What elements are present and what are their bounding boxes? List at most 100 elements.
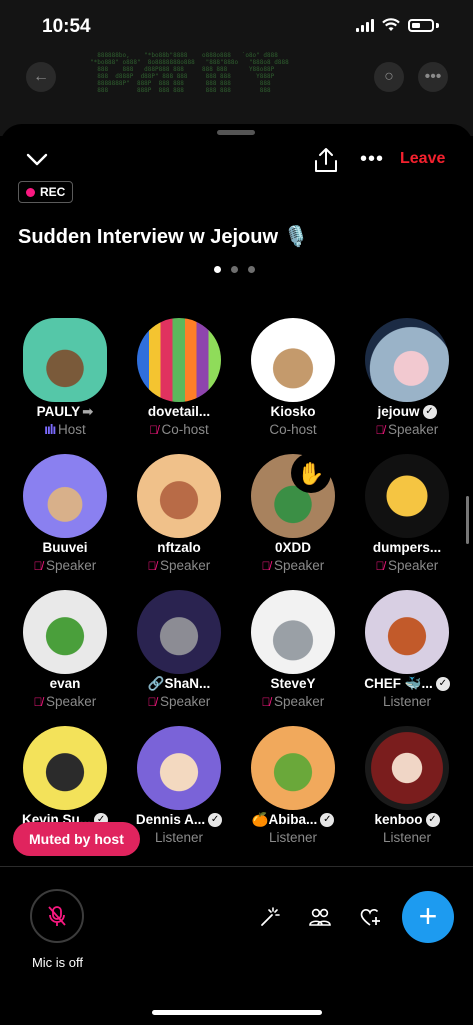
muted-mic-icon: 🎙̸ xyxy=(375,559,389,573)
participant-tile[interactable]: SteveY 🎙̸ Speaker xyxy=(236,590,350,726)
participant-role: Listener xyxy=(350,830,464,845)
muted-mic-icon: 🎙̸ xyxy=(33,695,47,709)
participant-role-text: Host xyxy=(58,422,86,437)
reaction-heart-icon[interactable] xyxy=(358,905,382,929)
status-time: 10:54 xyxy=(42,16,91,37)
participant-tile[interactable]: PAULY ➡ ıılı Host xyxy=(8,318,122,454)
participant-name: 🔗ShaN... xyxy=(122,676,236,692)
add-button[interactable]: + xyxy=(402,891,454,943)
home-indicator[interactable] xyxy=(152,1010,322,1015)
more-icon[interactable]: ••• xyxy=(360,149,384,169)
space-topbar: ••• Leave xyxy=(0,142,473,178)
participant-tile[interactable]: kenboo ✓ Listener xyxy=(350,726,464,862)
participant-name-text: Dennis A... xyxy=(135,812,206,827)
participant-name: CHEF 🐳... ✓ xyxy=(350,676,464,692)
name-prefix-emoji: 🍊 xyxy=(251,812,269,827)
avatar[interactable] xyxy=(365,726,449,810)
participant-name: Dennis A... ✓ xyxy=(122,812,236,828)
raised-hand-icon: ✋ xyxy=(291,453,331,493)
share-icon[interactable] xyxy=(312,146,340,174)
muted-mic-icon: 🎙̸ xyxy=(33,559,47,573)
muted-mic-icon: 🎙̸ xyxy=(149,423,162,437)
participant-role: 🎙̸ Speaker xyxy=(8,558,122,573)
avatar[interactable] xyxy=(23,454,107,538)
avatar[interactable] xyxy=(23,318,107,402)
participant-tile[interactable]: 🔗ShaN... 🎙̸ Speaker xyxy=(122,590,236,726)
avatar[interactable] xyxy=(251,590,335,674)
space-title: Sudden Interview w Jejouw 🎙️ xyxy=(18,224,309,249)
avatar[interactable] xyxy=(137,454,221,538)
muted-mic-icon: 🎙̸ xyxy=(261,695,275,709)
participant-role-text: Speaker xyxy=(160,558,211,573)
participant-role-text: Speaker xyxy=(160,694,211,709)
page-dot xyxy=(248,266,255,273)
participant-name-text: Buuvei xyxy=(42,540,88,555)
collapse-chevron-icon[interactable] xyxy=(24,146,50,172)
avatar[interactable] xyxy=(365,454,449,538)
status-bar: 10:54 xyxy=(0,0,473,56)
participant-tile[interactable]: dumpers... 🎙̸ Speaker xyxy=(350,454,464,590)
battery-cap xyxy=(436,22,439,28)
participant-name: 0XDD xyxy=(236,540,350,555)
participant-tile[interactable]: Kiosko Co-host xyxy=(236,318,350,454)
cellular-signal-icon xyxy=(356,18,374,32)
page-indicator xyxy=(214,266,255,273)
participant-name-text: SteveY xyxy=(270,676,316,691)
participant-role: 🎙̸ Speaker xyxy=(122,558,236,573)
avatar[interactable] xyxy=(137,318,221,402)
participant-role-text: Co-host xyxy=(161,422,209,437)
sheet-grabber[interactable] xyxy=(217,130,255,135)
avatar[interactable] xyxy=(137,590,221,674)
participant-role: Listener xyxy=(236,830,350,845)
search-icon[interactable]: ○ xyxy=(374,62,404,92)
avatar[interactable] xyxy=(137,726,221,810)
participant-name-text: CHEF 🐳... xyxy=(364,676,433,691)
muted-mic-icon: 🎙̸ xyxy=(261,559,275,573)
avatar[interactable] xyxy=(251,318,335,402)
scroll-indicator[interactable] xyxy=(466,496,469,544)
mic-toggle-button[interactable] xyxy=(30,889,84,943)
participant-role-text: Co-host xyxy=(269,422,317,437)
magic-wand-icon[interactable] xyxy=(258,905,282,929)
participant-tile[interactable]: evan 🎙̸ Speaker xyxy=(8,590,122,726)
speaking-wave-icon: ıılı xyxy=(44,422,58,437)
battery-icon xyxy=(408,18,434,32)
avatar[interactable] xyxy=(23,726,107,810)
avatar[interactable] xyxy=(251,726,335,810)
back-arrow-icon[interactable]: ← xyxy=(26,62,56,92)
participant-tile[interactable]: nftzalo 🎙̸ Speaker xyxy=(122,454,236,590)
participant-role-text: Speaker xyxy=(388,422,439,437)
people-icon[interactable] xyxy=(308,905,332,929)
participant-name: Buuvei xyxy=(8,540,122,555)
participant-tile[interactable]: Buuvei 🎙̸ Speaker xyxy=(8,454,122,590)
participant-name-text: nftzalo xyxy=(157,540,201,555)
leave-button[interactable]: Leave xyxy=(400,150,445,168)
verified-badge-icon: ✓ xyxy=(422,405,437,420)
space-title-text: Sudden Interview w Jejouw xyxy=(18,226,279,248)
avatar[interactable] xyxy=(365,318,449,402)
verified-badge-icon: ✓ xyxy=(435,677,450,692)
muted-mic-icon: 🎙̸ xyxy=(375,423,389,437)
participant-tile[interactable]: jejouw ✓ 🎙̸ Speaker xyxy=(350,318,464,454)
participant-tile[interactable]: CHEF 🐳... ✓ Listener xyxy=(350,590,464,726)
verified-badge-icon: ✓ xyxy=(320,813,335,828)
bottom-bar: Mic is off + xyxy=(0,866,473,1025)
participant-role: 🎙̸ Speaker xyxy=(350,422,464,437)
page-dot xyxy=(231,266,238,273)
participant-name-text: PAULY xyxy=(36,404,81,419)
participant-name-text: kenboo xyxy=(374,812,423,827)
avatar[interactable] xyxy=(365,590,449,674)
participant-tile[interactable]: dovetail... 🎙̸ Co-host xyxy=(122,318,236,454)
participant-role-text: Speaker xyxy=(46,694,97,709)
participant-tile[interactable]: 🍊Abiba... ✓ Listener xyxy=(236,726,350,862)
muted-mic-icon: 🎙̸ xyxy=(147,695,161,709)
participant-role-text: Listener xyxy=(154,830,204,845)
participant-name-text: Kiosko xyxy=(270,404,316,419)
more-options-icon[interactable]: ••• xyxy=(418,62,448,92)
participant-name: dovetail... xyxy=(122,404,236,419)
participant-name-text: jejouw xyxy=(377,404,420,419)
avatar[interactable] xyxy=(23,590,107,674)
participant-name: evan xyxy=(8,676,122,691)
recording-badge: REC xyxy=(18,181,74,203)
participant-role-text: Speaker xyxy=(388,558,439,573)
